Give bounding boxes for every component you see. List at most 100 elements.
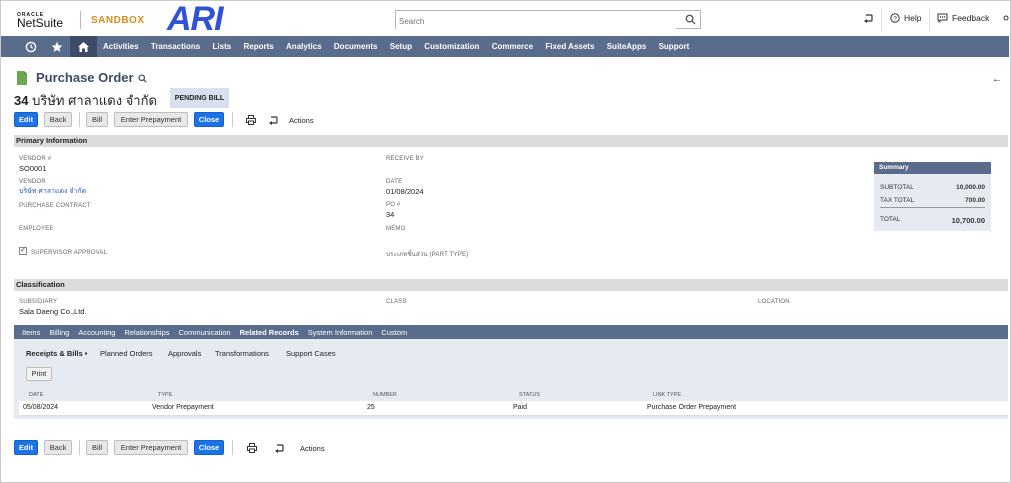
bill-button-bottom[interactable]: Bill	[86, 440, 108, 455]
supervisor-approval-checkbox[interactable]: ✓	[19, 247, 27, 255]
svg-text:?: ?	[893, 15, 897, 22]
subsidiary-value: Sala Daeng Co.,Ltd.	[19, 307, 87, 316]
feedback-icon	[937, 13, 948, 23]
classification-header[interactable]: Classification	[14, 279, 1008, 291]
bill-button[interactable]: Bill	[86, 112, 108, 127]
logo-divider	[80, 11, 81, 29]
record-tab[interactable]: Relationships	[124, 328, 169, 337]
status-badge: PENDING BILL	[170, 88, 229, 108]
search-icon[interactable]	[685, 14, 696, 25]
button-divider	[232, 112, 233, 127]
part-type-label: ประเภทชิ้นส่วน (PART TYPE)	[386, 252, 469, 258]
back-button[interactable]: Back	[44, 112, 72, 127]
nav-item[interactable]: Fixed Assets	[545, 42, 594, 51]
button-divider	[232, 440, 233, 455]
nav-item[interactable]: Analytics	[286, 42, 322, 51]
help-link[interactable]: ? Help	[890, 13, 921, 23]
receive-by-label: RECEIVE BY	[386, 156, 425, 162]
print-icon[interactable]	[247, 443, 257, 453]
edit-button[interactable]: Edit	[14, 112, 38, 127]
record-tab[interactable]: Items	[22, 328, 40, 337]
back-button-bottom[interactable]: Back	[44, 440, 72, 455]
close-button[interactable]: Close	[194, 112, 224, 127]
vendor-number-label: VENDOR #	[19, 156, 52, 162]
print-icon[interactable]	[246, 115, 256, 125]
refresh-icon[interactable]	[274, 443, 284, 453]
home-icon[interactable]	[70, 36, 97, 57]
refresh-icon[interactable]	[268, 115, 278, 125]
record-tabs: Items Billing Accounting Relationships Commu…	[14, 325, 1008, 339]
po-number-value: 34	[386, 210, 395, 219]
enter-prepayment-button[interactable]: Enter Prepayment	[114, 112, 188, 127]
nav-item[interactable]: SuiteApps	[607, 42, 647, 51]
global-search[interactable]	[395, 10, 701, 30]
nav-menu: Activities Transactions Lists Reports Analyt…	[103, 36, 702, 57]
nav-item[interactable]: Support	[659, 42, 690, 51]
related-records-subtab[interactable]: Support Cases	[286, 349, 336, 358]
record-vendor-name: บริษัท ศาลาแดง จำกัด	[32, 93, 157, 108]
recent-history-icon[interactable]	[19, 36, 43, 57]
page-title: Purchase Order	[36, 70, 134, 85]
nav-item[interactable]: Setup	[390, 42, 412, 51]
favorites-star-icon[interactable]	[45, 36, 69, 57]
row-type: Vendor Prepayment	[152, 404, 214, 411]
grid-column-header[interactable]: TYPE	[158, 392, 172, 398]
record-tab[interactable]: Billing	[49, 328, 69, 337]
memo-label: MEMO	[386, 226, 406, 232]
table-row[interactable]: 05/08/2024 Vendor Prepayment 25 Paid Pur…	[19, 401, 1008, 416]
enter-prepayment-button-bottom[interactable]: Enter Prepayment	[114, 440, 188, 455]
related-records-subtab[interactable]: Planned Orders	[100, 349, 153, 358]
grid-column-header[interactable]: DATE	[29, 392, 43, 398]
nav-item[interactable]: Commerce	[492, 42, 533, 51]
grid-column-header[interactable]: NUMBER	[373, 392, 397, 398]
main-nav: Activities Transactions Lists Reports Analyt…	[1, 36, 1009, 57]
row-date-link[interactable]: 05/08/2024	[23, 404, 58, 411]
record-tab[interactable]: Custom	[381, 328, 407, 337]
close-button-bottom[interactable]: Close	[194, 440, 224, 455]
subtotal-value: 10,000.00	[956, 184, 985, 191]
row-link-type: Purchase Order Prepayment	[647, 404, 737, 411]
related-records-subtab[interactable]: Transformations	[215, 349, 269, 358]
record-tab[interactable]: Accounting	[78, 328, 115, 337]
header-divider	[881, 9, 882, 31]
netsuite-logo-text[interactable]: NetSuite	[17, 16, 63, 30]
feedback-link[interactable]: Feedback	[937, 13, 989, 23]
grid-column-header[interactable]: STATUS	[519, 392, 540, 398]
nav-item[interactable]: Documents	[334, 42, 378, 51]
record-tab[interactable]: Related Records	[240, 328, 299, 337]
grid-column-header[interactable]: LINK TYPE	[653, 392, 681, 398]
back-arrow-icon[interactable]: ←	[992, 74, 1002, 85]
nav-item[interactable]: Reports	[244, 42, 274, 51]
grid-print-button[interactable]: Print	[26, 367, 52, 381]
actions-menu-bottom[interactable]: Actions	[300, 444, 325, 453]
location-label: LOCATION	[758, 299, 790, 305]
date-label: DATE	[386, 179, 403, 185]
vendor-number-value: SO0001	[19, 164, 47, 173]
record-tab[interactable]: System Information	[308, 328, 373, 337]
vendor-label: VENDOR	[19, 179, 46, 185]
po-number-label: PO #	[386, 202, 401, 208]
nav-item[interactable]: Transactions	[151, 42, 200, 51]
nav-item[interactable]: Activities	[103, 42, 139, 51]
record-search-icon[interactable]	[138, 74, 147, 83]
environment-label: SANDBOX	[91, 15, 145, 26]
settings-icon[interactable]	[1003, 13, 1009, 23]
related-records-subtab[interactable]: Receipts & Bills •	[26, 349, 87, 358]
related-records-panel: Receipts & Bills • Planned Orders Approval…	[14, 339, 1008, 419]
button-divider	[79, 440, 80, 455]
feedback-label: Feedback	[952, 13, 990, 23]
nav-item[interactable]: Lists	[213, 42, 232, 51]
search-input[interactable]	[396, 13, 676, 30]
actions-menu[interactable]: Actions	[289, 116, 314, 125]
subtotal-row: SUBTOTAL 10,000.00	[880, 184, 985, 191]
recent-records-icon[interactable]	[863, 13, 873, 23]
employee-label: EMPLOYEE	[19, 226, 54, 232]
help-label: Help	[904, 13, 922, 23]
record-tab[interactable]: Communication	[179, 328, 231, 337]
related-records-subtab[interactable]: Approvals	[168, 349, 201, 358]
primary-information-header[interactable]: Primary Information	[14, 135, 1008, 147]
nav-item[interactable]: Customization	[424, 42, 479, 51]
edit-button-bottom[interactable]: Edit	[14, 440, 38, 455]
tax-total-label: TAX TOTAL	[880, 197, 915, 204]
vendor-link[interactable]: บริษัท ศาลาแดง จำกัด	[19, 186, 86, 197]
